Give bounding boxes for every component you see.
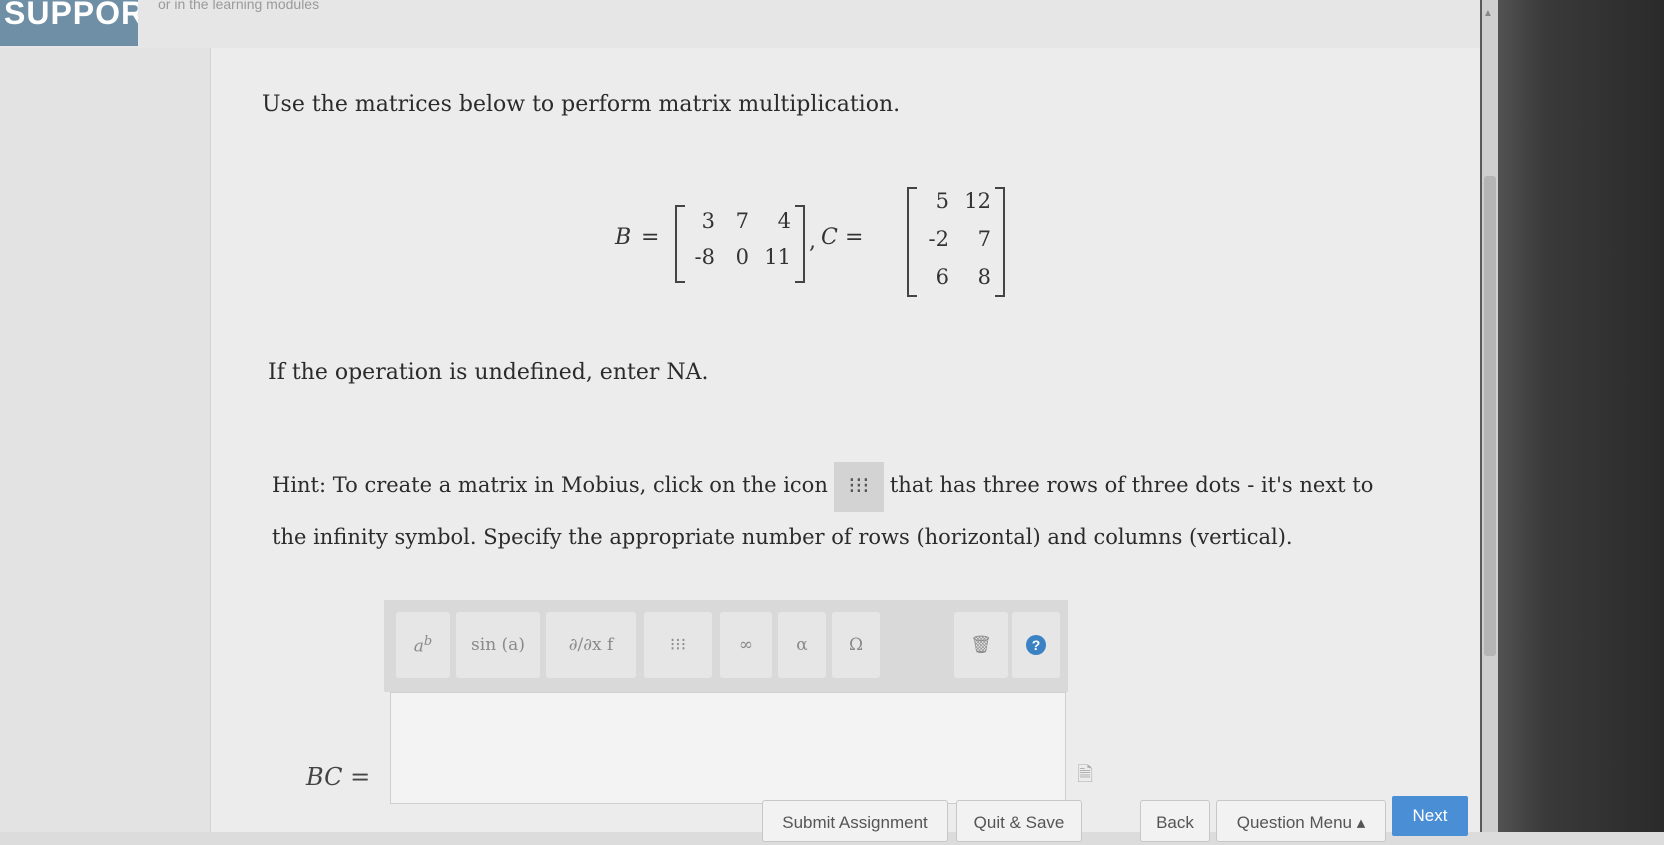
equals-sign: = [845,225,864,250]
document-icon[interactable]: 🗎 [1077,760,1093,794]
derivative-icon[interactable]: ∂/∂x f [546,612,636,678]
matrix-b-cell: 0 [735,245,749,269]
top-note: or in the learning modules [158,0,320,12]
matrix-b-name: B [615,225,632,250]
matrix-b-cell: 11 [764,245,791,269]
matrix-c-cell: 7 [977,227,991,251]
back-button[interactable]: Back [1140,800,1210,842]
matrix-c-cell: 8 [977,265,991,289]
undefined-note: If the operation is undefined, enter NA. [268,360,709,385]
answer-label: BC = [306,763,371,791]
hint-text: Hint: To create a matrix in Mobius, clic… [272,460,1392,562]
next-button[interactable]: Next [1392,796,1468,836]
matrix-b-cell: 3 [701,209,715,233]
function-icon[interactable]: sin (a) [456,612,540,678]
matrix-b-cell: -8 [694,245,715,269]
submit-assignment-button[interactable]: Submit Assignment [762,800,948,842]
help-icon-button[interactable]: ? [1012,612,1060,678]
matrix-c-name: C [821,225,838,250]
infinity-icon[interactable]: ∞ [720,612,772,678]
matrix-b-right-bracket [795,205,805,283]
quit-save-button[interactable]: Quit & Save [956,800,1082,842]
help-icon: ? [1026,635,1046,655]
matrix-c-cell: 5 [935,189,949,213]
superscript-icon[interactable]: ab [396,612,450,678]
scroll-up-icon[interactable]: ▲ [1483,8,1493,19]
equals-sign: = [641,225,660,250]
matrix-c-cell: 12 [964,189,991,213]
support-header[interactable]: SUPPORT [0,0,138,46]
answer-input[interactable] [390,692,1066,804]
scrollbar-thumb[interactable] [1484,176,1496,656]
screen-edge [1480,0,1664,832]
matrix-b-cell: 4 [777,209,791,233]
question-menu-button[interactable]: Question Menu ▴ [1216,800,1386,842]
hint-part1: Hint: To create a matrix in Mobius, clic… [272,473,828,497]
matrix-c-cell: -2 [928,227,949,251]
greek-icon[interactable]: α [778,612,826,678]
matrix-icon: ⁝⁝⁝ [833,461,884,512]
matrix-b-cell: 7 [735,209,749,233]
matrix-icon[interactable]: ⁝⁝⁝ [644,612,712,678]
equation-toolbar: ab sin (a) ∂/∂x f ⁝⁝⁝ ∞ α Ω 🗑 ? [384,600,1068,692]
trash-icon[interactable]: 🗑 [954,612,1008,678]
matrix-separator: , [809,229,816,254]
symbol-icon[interactable]: Ω [832,612,880,678]
matrix-c-right-bracket [995,187,1005,297]
question-instruction: Use the matrices below to perform matrix… [262,92,901,117]
matrix-c-cell: 6 [935,265,949,289]
left-column [0,48,210,832]
